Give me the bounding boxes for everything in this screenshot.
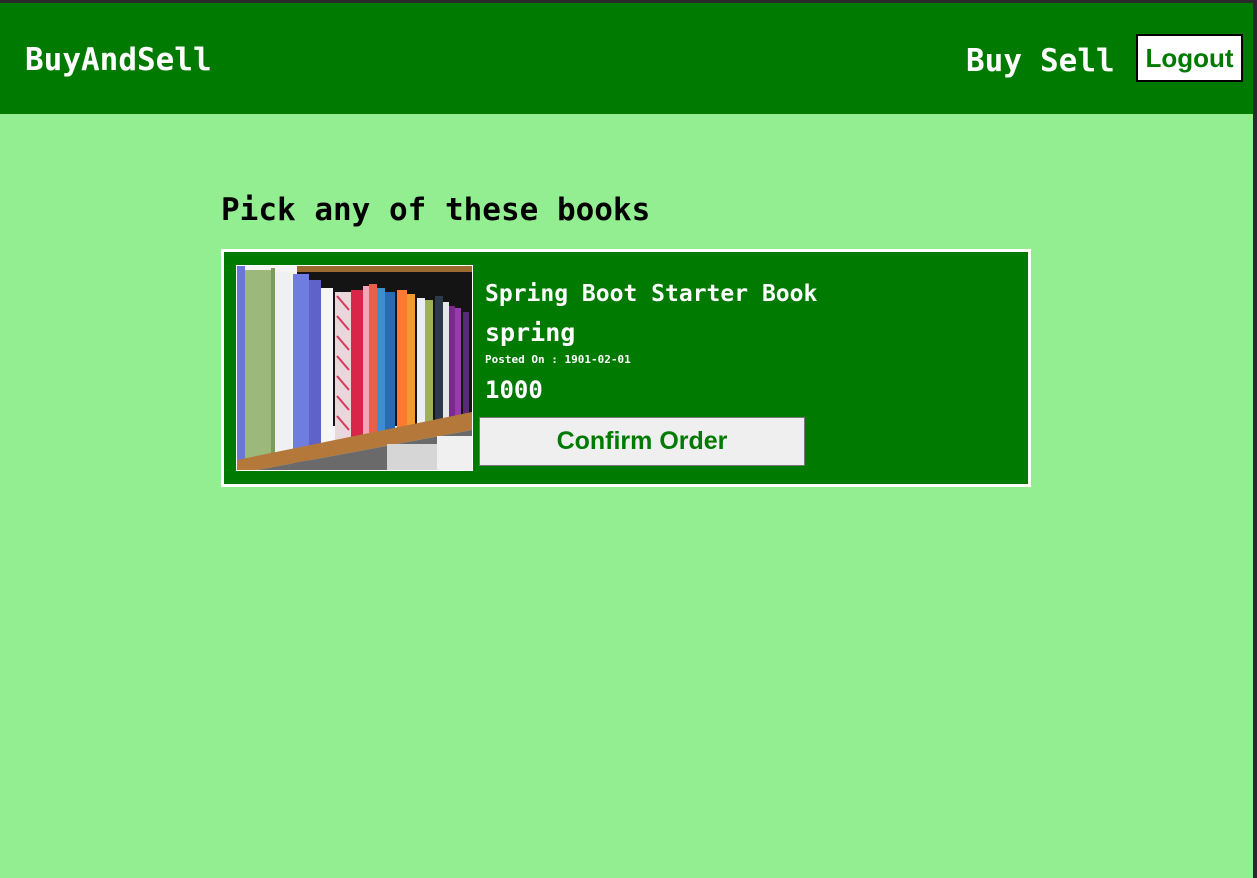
page: BuyAndSell Buy Sell Logout Pick any of t… [0,0,1253,878]
brand-logo[interactable]: BuyAndSell [25,42,212,78]
bookshelf-image [236,265,473,471]
nav-link-sell[interactable]: Sell [1040,43,1115,79]
book-title: Spring Boot Starter Book [485,281,818,307]
window-right-border [1253,0,1257,878]
book-price: 1000 [485,376,543,404]
confirm-order-button[interactable]: Confirm Order [479,417,805,466]
nav-link-buy[interactable]: Buy [966,43,1022,79]
navbar: BuyAndSell Buy Sell Logout [0,3,1253,114]
logout-button[interactable]: Logout [1136,34,1243,82]
book-category: spring [485,318,576,347]
page-title: Pick any of these books [221,192,651,228]
book-card: Spring Boot Starter Book spring Posted O… [221,249,1031,487]
book-posted-date: Posted On : 1901-02-01 [485,353,631,366]
window-top-border [0,0,1257,3]
